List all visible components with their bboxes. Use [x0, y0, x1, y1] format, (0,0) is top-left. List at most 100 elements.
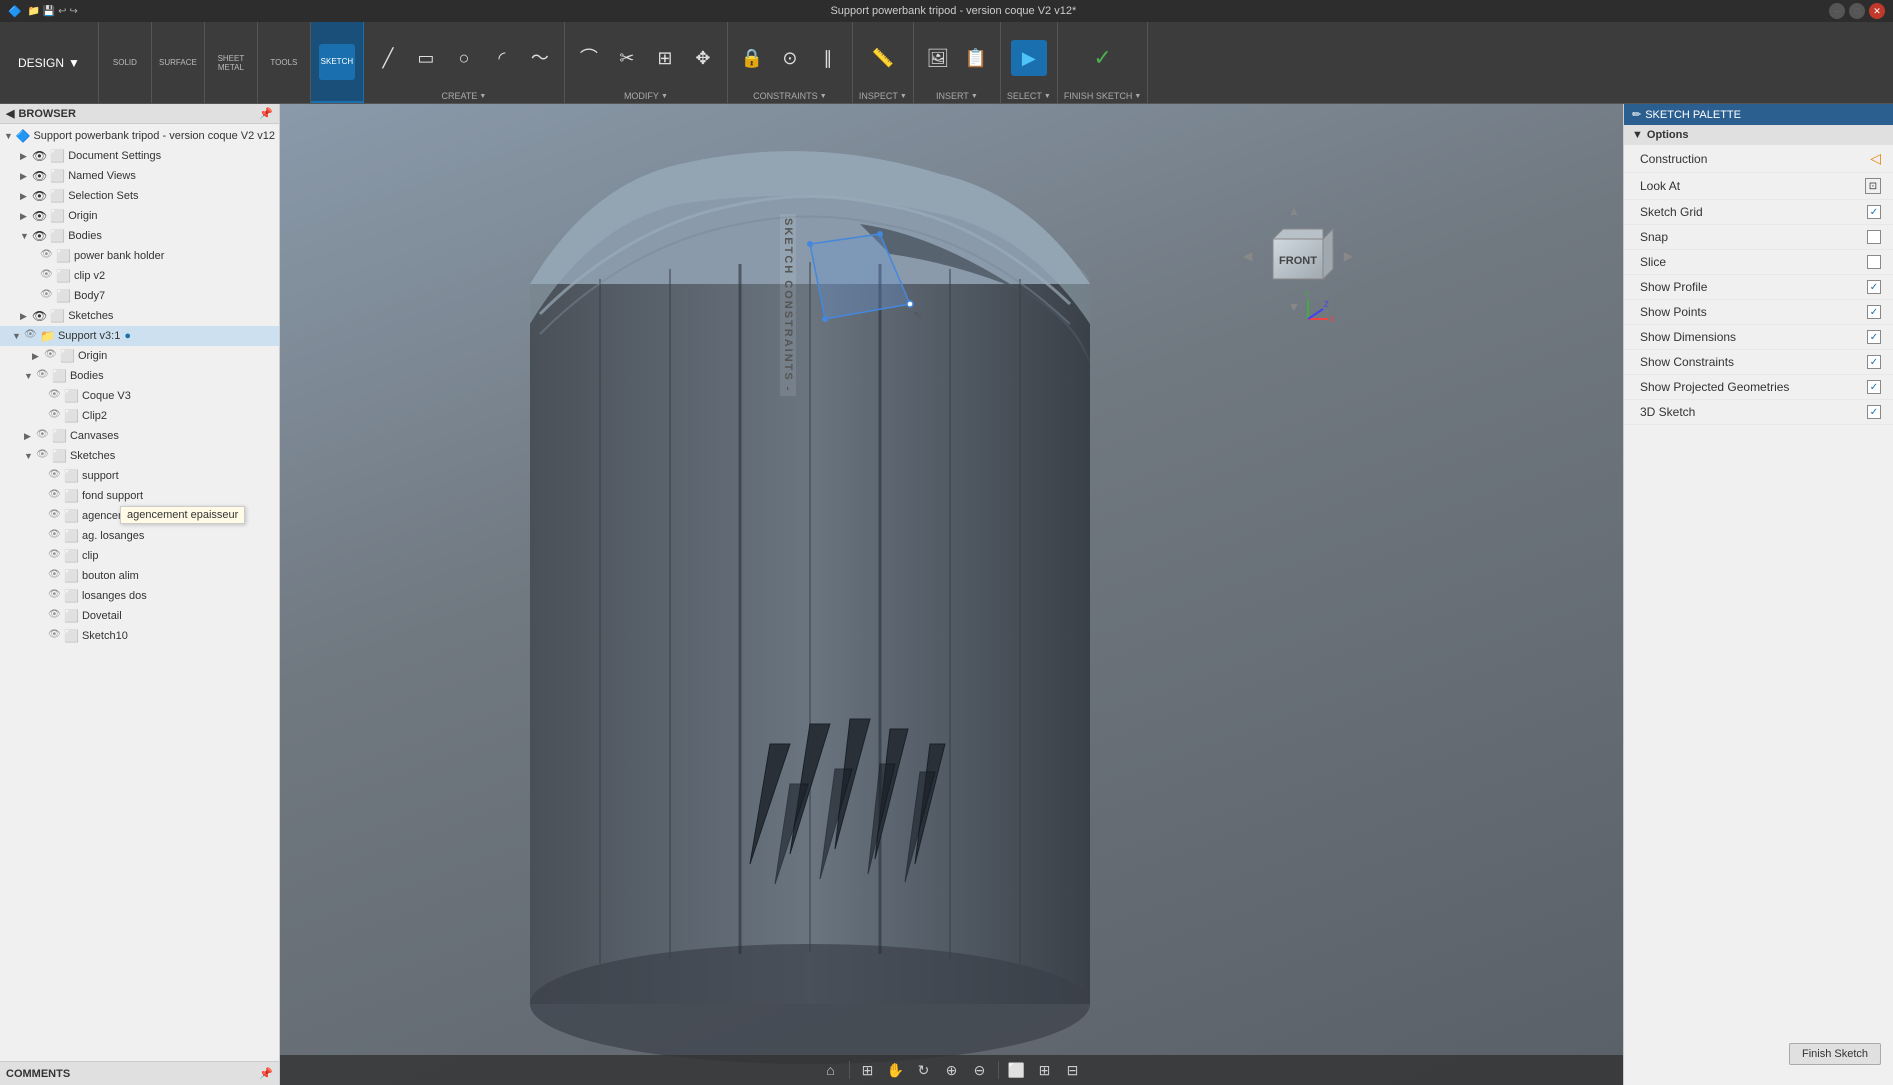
- trim-button[interactable]: ✂: [609, 40, 645, 76]
- sketch-grid-checkbox[interactable]: [1867, 205, 1881, 219]
- tree-item-clip-v2[interactable]: 👁 ⬜ clip v2: [0, 266, 279, 286]
- show-projected-geometries-row[interactable]: Show Projected Geometries: [1624, 375, 1893, 400]
- window-close-button[interactable]: ✕: [1869, 3, 1885, 19]
- finish-sketch-toolbar-button[interactable]: ✓: [1073, 40, 1133, 76]
- solid-tab-button[interactable]: SOLID: [107, 45, 143, 81]
- tree-item-document-settings[interactable]: ▶ 👁 ⬜ Document Settings: [0, 146, 279, 166]
- select-button[interactable]: ▶: [1011, 40, 1047, 76]
- inspect-button[interactable]: 📏: [865, 40, 901, 76]
- fit-view-button[interactable]: ⊞: [856, 1058, 880, 1082]
- orbit-button[interactable]: ↻: [912, 1058, 936, 1082]
- 3d-sketch-row[interactable]: 3D Sketch: [1624, 400, 1893, 425]
- create-group-label[interactable]: CREATE ▼: [442, 91, 487, 101]
- window-maximize-button[interactable]: □: [1849, 3, 1865, 19]
- zoom-in-button[interactable]: ⊕: [940, 1058, 964, 1082]
- display-settings-button[interactable]: ⬜: [1005, 1058, 1029, 1082]
- show-dimensions-row[interactable]: Show Dimensions: [1624, 325, 1893, 350]
- home-view-button[interactable]: ⌂: [819, 1058, 843, 1082]
- modify-group-label[interactable]: MODIFY ▼: [624, 91, 668, 101]
- tree-item-sketch10[interactable]: 👁 ⬜ Sketch10: [0, 626, 279, 646]
- tree-root-item[interactable]: ▼ 🔷 Support powerbank tripod - version c…: [0, 126, 279, 146]
- constraint-parallel-button[interactable]: ∥: [810, 40, 846, 76]
- tree-item-origin[interactable]: ▶ 👁 ⬜ Origin: [0, 206, 279, 226]
- show-projected-geometries-checkbox[interactable]: [1867, 380, 1881, 394]
- tree-item-dovetail[interactable]: 👁 ⬜ Dovetail: [0, 606, 279, 626]
- move-button[interactable]: ✥: [685, 40, 721, 76]
- constraints-group-label[interactable]: CONSTRAINTS ▼: [753, 91, 826, 101]
- window-minimize-button[interactable]: –: [1829, 3, 1845, 19]
- viewcube-left-arrow[interactable]: ◀: [1243, 249, 1252, 263]
- origin-nested-arrow-icon: ▶: [32, 351, 44, 362]
- pan-button[interactable]: ✋: [884, 1058, 908, 1082]
- construction-row[interactable]: Construction ◁: [1624, 145, 1893, 173]
- sheet-metal-tab-button[interactable]: SHEET METAL: [213, 45, 249, 81]
- tree-item-agencement[interactable]: 👁 ⬜ agencement epaisseur agencement epai…: [0, 506, 279, 526]
- tree-item-named-views[interactable]: ▶ 👁 ⬜ Named Views: [0, 166, 279, 186]
- fillet-button[interactable]: ⌒: [571, 40, 607, 76]
- modify-toolbar-group: ⌒ ✂ ⊞ ✥ MODIFY ▼: [565, 22, 728, 103]
- tree-item-losanges-dos[interactable]: 👁 ⬜ losanges dos: [0, 586, 279, 606]
- tree-item-canvases[interactable]: ▶ 👁 ⬜ Canvases: [0, 426, 279, 446]
- viewcube-top-arrow[interactable]: ▲: [1288, 204, 1300, 218]
- circle-button[interactable]: ○: [446, 40, 482, 76]
- tree-item-clip-sketch[interactable]: 👁 ⬜ clip: [0, 546, 279, 566]
- tools-tab-button[interactable]: TOOLS: [266, 45, 302, 81]
- tree-item-support-sketch[interactable]: 👁 ⬜ support: [0, 466, 279, 486]
- show-constraints-checkbox[interactable]: [1867, 355, 1881, 369]
- show-points-checkbox[interactable]: [1867, 305, 1881, 319]
- sketch-grid-row[interactable]: Sketch Grid: [1624, 200, 1893, 225]
- look-at-row[interactable]: Look At ⊡: [1624, 173, 1893, 200]
- tree-item-bouton-alim[interactable]: 👁 ⬜ bouton alim: [0, 566, 279, 586]
- zoom-out-button[interactable]: ⊖: [968, 1058, 992, 1082]
- tree-item-body7[interactable]: 👁 ⬜ Body7: [0, 286, 279, 306]
- viewcube-right-arrow[interactable]: ▶: [1344, 249, 1353, 263]
- finish-sketch-group-label[interactable]: FINISH SKETCH ▼: [1064, 91, 1141, 101]
- rectangle-button[interactable]: ▭: [408, 40, 444, 76]
- tree-item-ag-losanges[interactable]: 👁 ⬜ ag. losanges: [0, 526, 279, 546]
- browser-pin-icon[interactable]: 📌: [259, 107, 273, 120]
- slice-row[interactable]: Slice: [1624, 250, 1893, 275]
- tree-item-fond-support[interactable]: 👁 ⬜ fond support: [0, 486, 279, 506]
- viewport[interactable]: ↖ SKETCH CONSTRAINTS - FRONT ▲ ▶ ◀ ▼: [280, 104, 1623, 1085]
- options-header[interactable]: ▼ Options: [1624, 125, 1893, 145]
- arc-button[interactable]: ◜: [484, 40, 520, 76]
- tree-item-power-bank-holder[interactable]: 👁 ⬜ power bank holder: [0, 246, 279, 266]
- spline-button[interactable]: 〜: [522, 40, 558, 76]
- sketch-tab-button[interactable]: SKETCH: [319, 44, 355, 80]
- constraint-fix-button[interactable]: 🔒: [734, 40, 770, 76]
- show-constraints-row[interactable]: Show Constraints: [1624, 350, 1893, 375]
- show-profile-checkbox[interactable]: [1867, 280, 1881, 294]
- snap-row[interactable]: Snap: [1624, 225, 1893, 250]
- tree-item-support-v3[interactable]: ▼ 👁 📁 Support v3:1 ●: [0, 326, 279, 346]
- constraint-coincident-button[interactable]: ⊙: [772, 40, 808, 76]
- show-profile-row[interactable]: Show Profile: [1624, 275, 1893, 300]
- 3d-sketch-checkbox[interactable]: [1867, 405, 1881, 419]
- finish-sketch-button[interactable]: Finish Sketch: [1789, 1043, 1881, 1065]
- show-points-row[interactable]: Show Points: [1624, 300, 1893, 325]
- comments-pin-icon[interactable]: 📌: [259, 1067, 273, 1080]
- tree-item-selection-sets[interactable]: ▶ 👁 ⬜ Selection Sets: [0, 186, 279, 206]
- offset-button[interactable]: ⊞: [647, 40, 683, 76]
- inspect-group-label[interactable]: INSPECT ▼: [859, 91, 907, 101]
- design-dropdown-button[interactable]: DESIGN ▼: [8, 52, 90, 74]
- insert-group-label[interactable]: INSERT ▼: [936, 91, 978, 101]
- viewcube[interactable]: FRONT ▲ ▶ ◀ ▼ X Y Z: [1258, 219, 1338, 299]
- tree-item-sketches-top[interactable]: ▶ 👁 ⬜ Sketches: [0, 306, 279, 326]
- tree-item-bodies-nested[interactable]: ▼ 👁 ⬜ Bodies: [0, 366, 279, 386]
- slice-checkbox[interactable]: [1867, 255, 1881, 269]
- view-orientation-button[interactable]: ⊟: [1061, 1058, 1085, 1082]
- browser-collapse-icon[interactable]: ◀: [6, 107, 14, 120]
- tree-item-coque-v3[interactable]: 👁 ⬜ Coque V3: [0, 386, 279, 406]
- line-button[interactable]: ╱: [370, 40, 406, 76]
- tree-item-bodies-top[interactable]: ▼ 👁 ⬜ Bodies: [0, 226, 279, 246]
- select-group-label[interactable]: SELECT ▼: [1007, 91, 1051, 101]
- tree-item-origin-nested[interactable]: ▶ 👁 ⬜ Origin: [0, 346, 279, 366]
- tree-item-sketches-nested[interactable]: ▼ 👁 ⬜ Sketches: [0, 446, 279, 466]
- insert-dxf-button[interactable]: 📋: [958, 40, 994, 76]
- tree-item-clip2[interactable]: 👁 ⬜ Clip2: [0, 406, 279, 426]
- surface-tab-button[interactable]: SURFACE: [160, 45, 196, 81]
- grid-settings-button[interactable]: ⊞: [1033, 1058, 1057, 1082]
- insert-image-button[interactable]: 🖼: [920, 40, 956, 76]
- snap-checkbox[interactable]: [1867, 230, 1881, 244]
- show-dimensions-checkbox[interactable]: [1867, 330, 1881, 344]
